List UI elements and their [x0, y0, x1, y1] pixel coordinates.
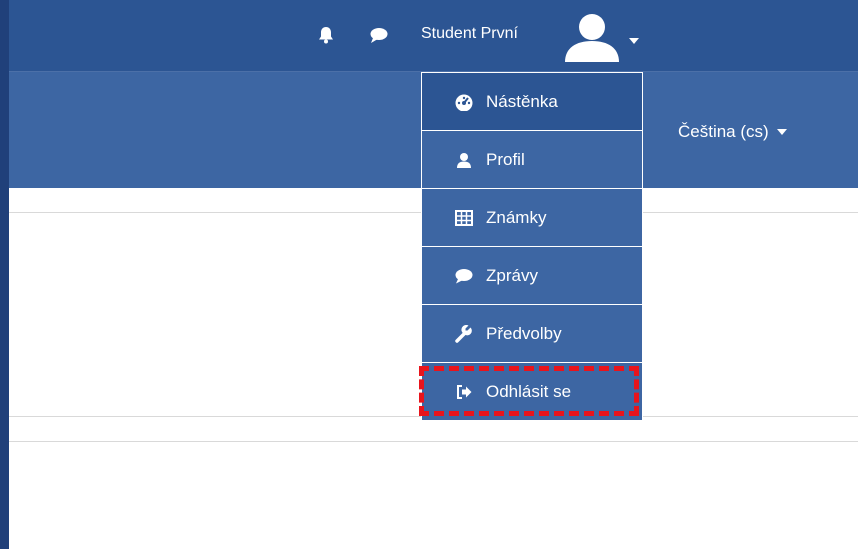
user-icon: [454, 150, 474, 170]
language-label: Čeština (cs): [678, 122, 769, 141]
menu-item-messages[interactable]: Zprávy: [421, 247, 643, 305]
bell-icon[interactable]: [315, 24, 337, 46]
wrench-icon: [454, 324, 474, 344]
language-selector[interactable]: Čeština (cs): [678, 121, 787, 143]
menu-item-label: Nástěnka: [486, 91, 558, 111]
user-avatar-icon[interactable]: [560, 8, 624, 64]
chat-icon: [454, 266, 474, 286]
menu-item-grades[interactable]: Známky: [421, 189, 643, 247]
menu-item-preferences[interactable]: Předvolby: [421, 305, 643, 363]
left-frame-border: [0, 0, 9, 549]
dashboard-icon: [454, 92, 474, 112]
menu-item-label: Známky: [486, 207, 547, 227]
caret-down-icon: [776, 129, 787, 135]
menu-item-dashboard[interactable]: Nástěnka: [421, 72, 643, 131]
table-icon: [454, 208, 474, 228]
menu-item-profile[interactable]: Profil: [421, 131, 643, 189]
menu-item-label: Zprávy: [486, 265, 538, 285]
user-dropdown-menu: Nástěnka Profil Známky Zprávy Předvolby …: [421, 72, 643, 421]
menu-item-label: Předvolby: [486, 323, 562, 343]
divider: [9, 441, 858, 442]
menu-item-label: Odhlásit se: [486, 381, 572, 401]
user-name[interactable]: Student První: [421, 24, 518, 44]
menu-item-logout[interactable]: Odhlásit se: [421, 363, 643, 421]
sign-out-icon: [454, 382, 474, 402]
menu-item-label: Profil: [486, 149, 525, 169]
chat-icon[interactable]: [368, 24, 390, 46]
user-menu-caret-icon[interactable]: [629, 31, 639, 49]
